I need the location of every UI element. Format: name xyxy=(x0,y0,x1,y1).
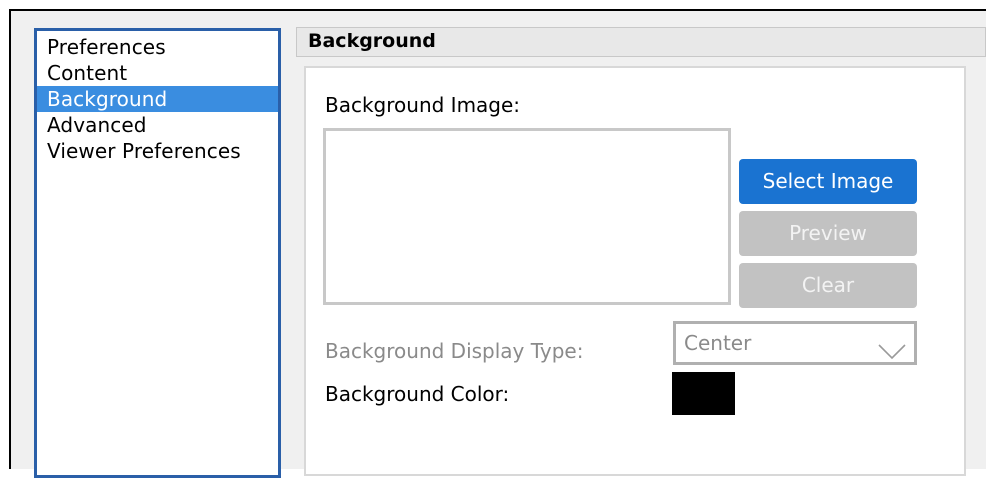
nav-item-background[interactable]: Background xyxy=(37,86,278,112)
background-image-label: Background Image: xyxy=(325,93,521,117)
display-type-label: Background Display Type: xyxy=(325,339,584,363)
select-image-button[interactable]: Select Image xyxy=(739,159,917,204)
display-type-select[interactable]: Center xyxy=(673,321,917,365)
background-color-label: Background Color: xyxy=(325,382,510,406)
section-title: Background xyxy=(296,27,986,57)
nav-item-preferences[interactable]: Preferences xyxy=(37,34,278,60)
nav-item-advanced[interactable]: Advanced xyxy=(37,112,278,138)
background-image-preview xyxy=(323,128,731,305)
preview-button[interactable]: Preview xyxy=(739,211,917,256)
nav-item-viewer-preferences[interactable]: Viewer Preferences xyxy=(37,138,278,164)
nav-item-content[interactable]: Content xyxy=(37,60,278,86)
chevron-down-icon xyxy=(878,334,906,372)
background-color-swatch[interactable] xyxy=(672,372,735,415)
clear-button[interactable]: Clear xyxy=(739,263,917,308)
display-type-value: Center xyxy=(684,331,752,355)
category-list[interactable]: Preferences Content Background Advanced … xyxy=(34,28,281,478)
